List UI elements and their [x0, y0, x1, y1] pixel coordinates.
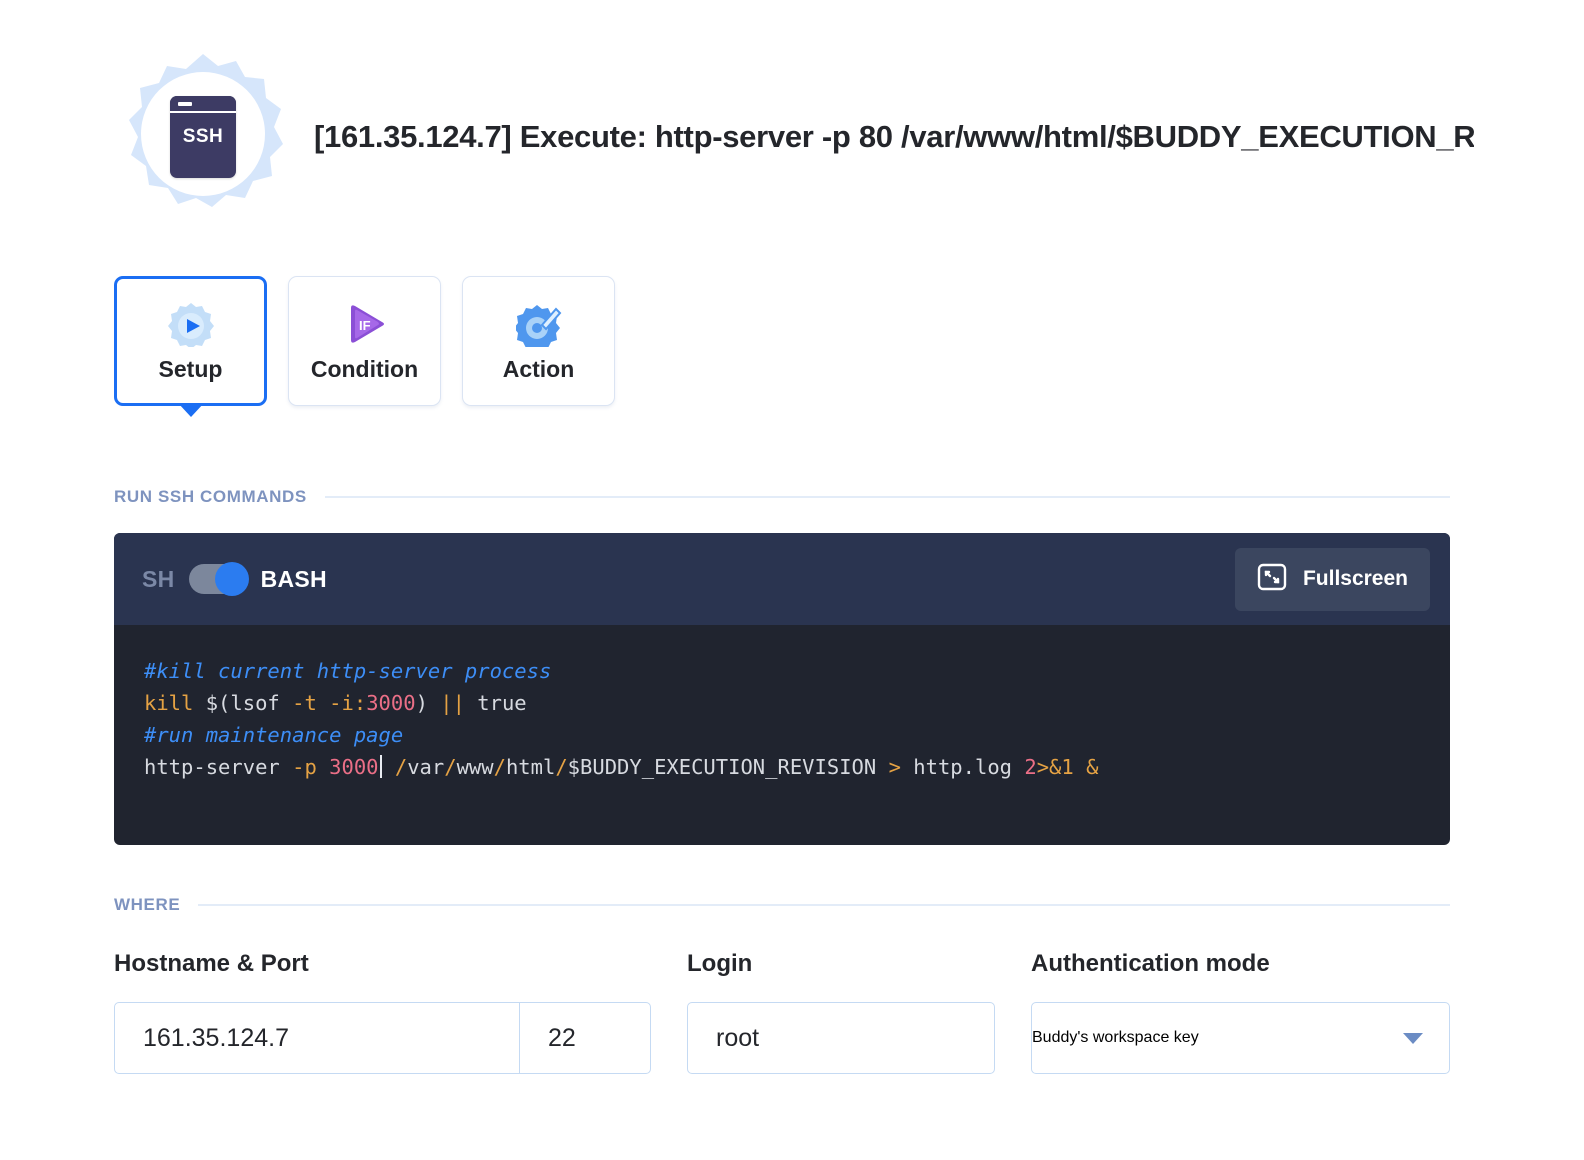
shell-sh-label: SH	[142, 565, 175, 592]
code-token: /	[444, 755, 457, 779]
ssh-icon-text: SSH	[182, 126, 224, 147]
section-label: RUN SSH COMMANDS	[114, 487, 307, 506]
auth-mode-value: Buddy's workspace key	[1032, 1029, 1199, 1046]
code-token: ||	[440, 691, 465, 715]
svg-text:IF: IF	[359, 318, 371, 333]
port-value: 22	[548, 1023, 576, 1052]
code-token: kill	[144, 691, 194, 715]
code-token: www	[456, 755, 494, 779]
port-field[interactable]: 22	[520, 1003, 650, 1073]
code-token: >	[888, 755, 901, 779]
code-token: )	[415, 691, 441, 715]
code-line: #run maintenance page	[144, 719, 1450, 751]
login-value: root	[716, 1023, 760, 1052]
code-token: 2	[1024, 755, 1037, 779]
section-label: WHERE	[114, 895, 181, 914]
gear-wrench-icon	[515, 300, 562, 348]
chevron-down-icon	[1403, 1032, 1423, 1044]
page-title: [161.35.124.7] Execute: http-server -p 8…	[314, 119, 1474, 154]
hostname-port-input[interactable]: 161.35.124.7 22	[114, 1002, 651, 1074]
text-cursor	[379, 755, 382, 778]
code-token: 3000	[329, 755, 379, 779]
code-token: #run maintenance page	[144, 723, 404, 747]
ssh-terminal-window-icon: SSH	[170, 96, 236, 178]
fullscreen-icon	[1257, 562, 1287, 597]
code-token: 3000	[366, 691, 416, 715]
code-token: /	[555, 755, 568, 779]
hostname-port-label: Hostname & Port	[114, 950, 309, 977]
shell-bash-label: BASH	[260, 565, 327, 592]
fullscreen-button[interactable]: Fullscreen	[1234, 547, 1430, 611]
code-line: http-server -p 3000 /var/www/html/$BUDDY…	[144, 751, 1450, 783]
where-form: Hostname & Port 161.35.124.7 22 Login ro…	[114, 950, 1450, 1074]
ssh-action-setup-page: SSH [161.35.124.7] Execute: http-server …	[0, 0, 1584, 1160]
ssh-command-code[interactable]: #kill current http-server process kill $(…	[114, 625, 1450, 783]
section-divider	[324, 496, 1450, 498]
tab-condition[interactable]: IF Condition	[288, 276, 441, 406]
code-line: #kill current http-server process	[144, 655, 1450, 687]
auth-mode-label: Authentication mode	[1031, 950, 1270, 977]
section-where: WHERE	[114, 895, 1450, 915]
ssh-terminal-gear-icon: SSH	[114, 48, 292, 226]
code-token: /	[493, 755, 506, 779]
tab-setup[interactable]: Setup	[114, 276, 267, 417]
section-divider	[198, 904, 1450, 906]
login-group: Login root	[687, 950, 995, 1074]
hostname-port-group: Hostname & Port 161.35.124.7 22	[114, 950, 651, 1074]
toggle-knob	[214, 562, 249, 596]
login-label: Login	[687, 950, 753, 977]
code-token: $(lsof	[193, 691, 293, 715]
code-token: >&1	[1036, 755, 1074, 779]
page-header: SSH [161.35.124.7] Execute: http-server …	[114, 48, 1474, 226]
code-token: http.log	[900, 755, 1025, 779]
code-token: var	[407, 755, 445, 779]
section-run-ssh-commands: RUN SSH COMMANDS	[114, 487, 1450, 507]
code-token: #kill current http-server process	[144, 659, 552, 683]
code-token: &	[1086, 755, 1099, 779]
if-play-icon: IF	[342, 300, 388, 348]
code-token: true	[464, 691, 527, 715]
tab-condition-label: Condition	[310, 355, 419, 382]
code-token: /	[394, 755, 408, 779]
active-tab-pointer	[177, 403, 204, 417]
code-token: http-server	[144, 755, 293, 779]
code-token: -t -i:	[292, 691, 367, 715]
tab-action[interactable]: Action	[462, 276, 615, 406]
fullscreen-label: Fullscreen	[1302, 567, 1408, 590]
login-input[interactable]: root	[687, 1002, 995, 1074]
code-token: $BUDDY_EXECUTION_REVISION	[567, 755, 889, 779]
shell-mode-toggle[interactable]	[188, 562, 249, 596]
code-line: kill $(lsof -t -i:3000) || true	[144, 687, 1450, 719]
gear-play-icon	[167, 300, 214, 348]
auth-mode-group: Authentication mode Buddy's workspace ke…	[1031, 950, 1450, 1074]
hostname-value: 161.35.124.7	[143, 1023, 289, 1052]
editor-toolbar: SH BASH Fullscreen	[114, 533, 1450, 625]
code-token: -p	[292, 755, 317, 779]
step-tabs: Setup IF Condition Action	[114, 276, 615, 417]
tab-setup-label: Setup	[158, 355, 223, 382]
hostname-field[interactable]: 161.35.124.7	[115, 1003, 519, 1073]
auth-mode-select[interactable]: Buddy's workspace key	[1031, 1002, 1450, 1074]
ssh-command-editor: SH BASH Fullscreen #kill current http-se…	[114, 533, 1450, 845]
code-token: html	[505, 755, 556, 779]
tab-action-label: Action	[502, 355, 575, 382]
